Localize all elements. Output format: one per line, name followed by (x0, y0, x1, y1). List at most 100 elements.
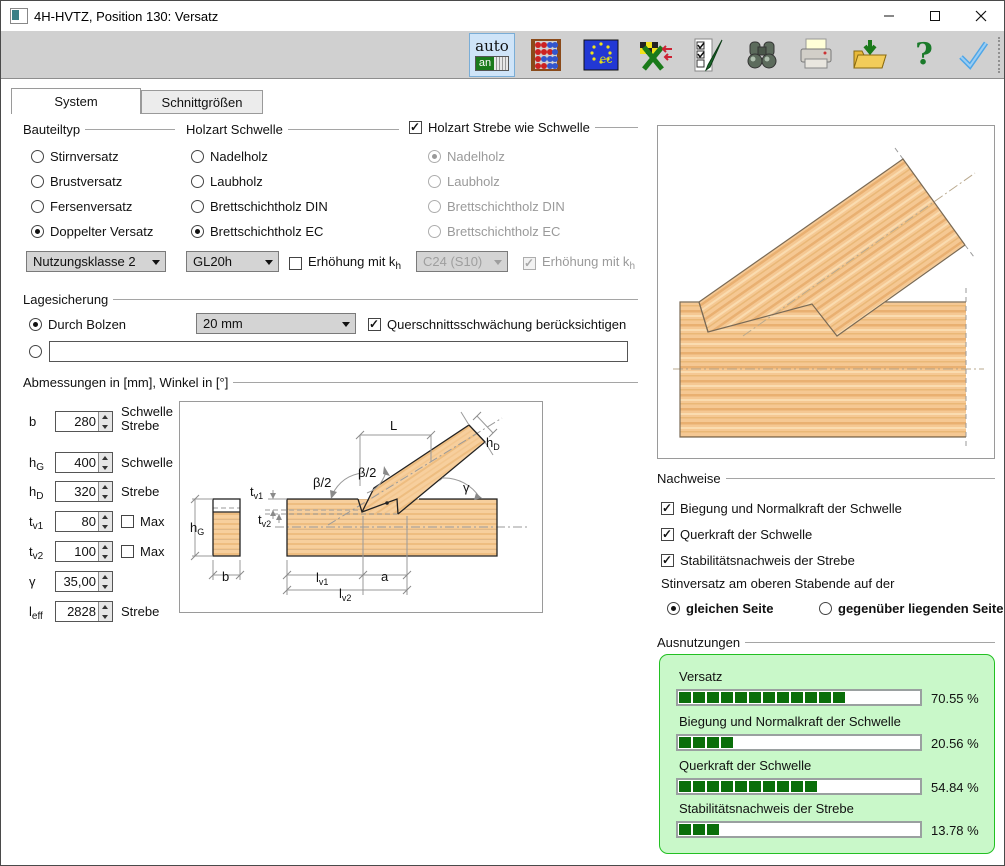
radio-schwelle-bsh-ec[interactable]: Brettschichtholz EC (191, 224, 323, 239)
close-button[interactable] (958, 1, 1004, 31)
minimize-button[interactable] (866, 1, 912, 31)
usage-value: 13.78 % (931, 823, 979, 838)
radio-lagesicherung-custom[interactable] (29, 345, 42, 358)
radio-strebe-bsh-din: Brettschichtholz DIN (428, 199, 565, 214)
lagesicherung-custom-input[interactable] (49, 341, 628, 362)
toolbar: auto an (1, 31, 1004, 79)
usage-value: 20.56 % (931, 736, 979, 751)
schwelle-kh-checkbox[interactable]: Erhöhung mit kh (289, 254, 401, 272)
hG-input[interactable]: 400 (55, 452, 113, 473)
check-biegung-normalkraft[interactable]: Biegung und Normalkraft der Schwelle (661, 501, 902, 516)
dropdown-arrow-icon (265, 260, 273, 265)
dropdown-arrow-icon (152, 260, 160, 265)
radio-strebe-laubholz: Laubholz (428, 174, 500, 189)
tv1-max-checkbox[interactable]: Max (121, 514, 165, 529)
radio-gegenueber-seite[interactable]: gegenüber liegenden Seite (819, 601, 1003, 616)
spin-down-icon[interactable] (99, 463, 112, 473)
group-abmessungen: Abmessungen in [mm], Winkel in [°] (23, 375, 638, 389)
window-title: 4H-HVTZ, Position 130: Versatz (34, 9, 866, 24)
spin-up-icon[interactable] (99, 453, 112, 463)
spin-up-icon[interactable] (99, 482, 112, 492)
nutzungsklasse-dropdown[interactable]: Nutzungsklasse 2 (26, 251, 166, 272)
gamma-input[interactable]: 35,00 (55, 571, 113, 592)
bolzen-diameter-dropdown[interactable]: 20 mm (196, 313, 356, 334)
hD-input[interactable]: 320 (55, 481, 113, 502)
radio-schwelle-laubholz[interactable]: Laubholz (191, 174, 263, 189)
calculate-button[interactable] (523, 33, 569, 77)
radio-schwelle-nadelholz[interactable]: Nadelholz (191, 149, 268, 164)
tv2-input[interactable]: 100 (55, 541, 113, 562)
spin-down-icon[interactable] (99, 522, 112, 532)
tab-system[interactable]: System (11, 88, 141, 114)
tv2-max-checkbox[interactable]: Max (121, 544, 165, 559)
export-import-button[interactable] (633, 33, 679, 77)
abacus-icon (526, 35, 566, 75)
spin-up-icon[interactable] (99, 572, 112, 582)
eurocode-ec-icon: ec (581, 35, 621, 75)
auto-an-toggle-button[interactable]: auto an (469, 33, 515, 77)
group-bauteiltyp: Bauteiltyp (23, 122, 175, 136)
check-stabilitaet[interactable]: Stabilitätsnachweis der Strebe (661, 553, 855, 568)
blue-check-icon (953, 35, 993, 75)
binoculars-icon (742, 35, 782, 75)
holzart-strebe-wie-schwelle-checkbox[interactable] (409, 121, 422, 134)
spin-down-icon[interactable] (99, 492, 112, 502)
checklist-button[interactable] (685, 33, 731, 77)
radio-doppelter-versatz[interactable]: Doppelter Versatz (31, 224, 153, 239)
an-indicator: an (475, 56, 509, 71)
search-button[interactable] (739, 33, 785, 77)
radio-schwelle-bsh-din[interactable]: Brettschichtholz DIN (191, 199, 328, 214)
print-button[interactable] (793, 33, 839, 77)
stirnversatz-note: Stinversatz am oberen Stabende auf der (661, 576, 894, 591)
radio-fersenversatz[interactable]: Fersenversatz (31, 199, 132, 214)
spin-up-icon[interactable] (99, 602, 112, 612)
radio-durch-bolzen[interactable]: Durch Bolzen (29, 317, 126, 332)
save-button[interactable] (847, 33, 893, 77)
usage-bar-versatz (676, 689, 922, 706)
radio-brustversatz[interactable]: Brustversatz (31, 174, 122, 189)
svg-text:lv1: lv1 (316, 570, 328, 587)
app-window: 4H-HVTZ, Position 130: Versatz auto an (0, 0, 1005, 866)
radio-strebe-bsh-ec: Brettschichtholz EC (428, 224, 560, 239)
printer-icon (796, 35, 836, 75)
svg-text:γ: γ (463, 480, 470, 495)
eurocode-button[interactable]: ec (578, 33, 624, 77)
svg-text:ec: ec (600, 52, 613, 66)
spin-up-icon[interactable] (99, 512, 112, 522)
field-label-tv2: tv2 (29, 544, 43, 562)
app-icon (10, 8, 28, 24)
confirm-button[interactable] (950, 33, 996, 77)
svg-text:a: a (381, 569, 389, 584)
spin-up-icon[interactable] (99, 542, 112, 552)
help-button[interactable]: ? (901, 33, 947, 77)
schwelle-material-dropdown[interactable]: GL20h (186, 251, 279, 272)
spin-down-icon[interactable] (99, 422, 112, 432)
svg-text:tv2: tv2 (258, 512, 271, 529)
dropdown-arrow-icon (494, 260, 502, 265)
checklist-pen-icon (688, 35, 728, 75)
titlebar: 4H-HVTZ, Position 130: Versatz (1, 1, 1004, 31)
maximize-icon (929, 10, 941, 22)
svg-text:hD: hD (486, 435, 500, 452)
spin-down-icon[interactable] (99, 582, 112, 592)
group-ausnutzungen: Ausnutzungen (657, 635, 995, 649)
svg-text:hG: hG (190, 520, 204, 537)
toolbar-grip[interactable] (998, 37, 1000, 73)
spin-down-icon[interactable] (99, 552, 112, 562)
tv1-input[interactable]: 80 (55, 511, 113, 532)
querschnittsschwaechung-checkbox[interactable]: Querschnittsschwächung berücksichtigen (368, 317, 626, 332)
check-querkraft[interactable]: Querkraft der Schwelle (661, 527, 812, 542)
radio-gleichen-seite[interactable]: gleichen Seite (667, 601, 773, 616)
svg-text:β/2: β/2 (358, 465, 376, 480)
maximize-button[interactable] (912, 1, 958, 31)
b-input[interactable]: 280 (55, 411, 113, 432)
tab-schnittgroessen[interactable]: Schnittgrößen (141, 90, 263, 114)
leff-input[interactable]: 2828 (55, 601, 113, 622)
spin-down-icon[interactable] (99, 612, 112, 622)
dimension-diagram: hG b tv1 tv2 L β/2 β/2 γ hD lv1 a lv2 (179, 401, 543, 613)
question-mark-icon: ? (915, 40, 933, 70)
strebe-kh-checkbox: Erhöhung mit kh (523, 254, 635, 272)
spin-up-icon[interactable] (99, 412, 112, 422)
radio-stirnversatz[interactable]: Stirnversatz (31, 149, 119, 164)
leff-note: Strebe (121, 604, 159, 619)
